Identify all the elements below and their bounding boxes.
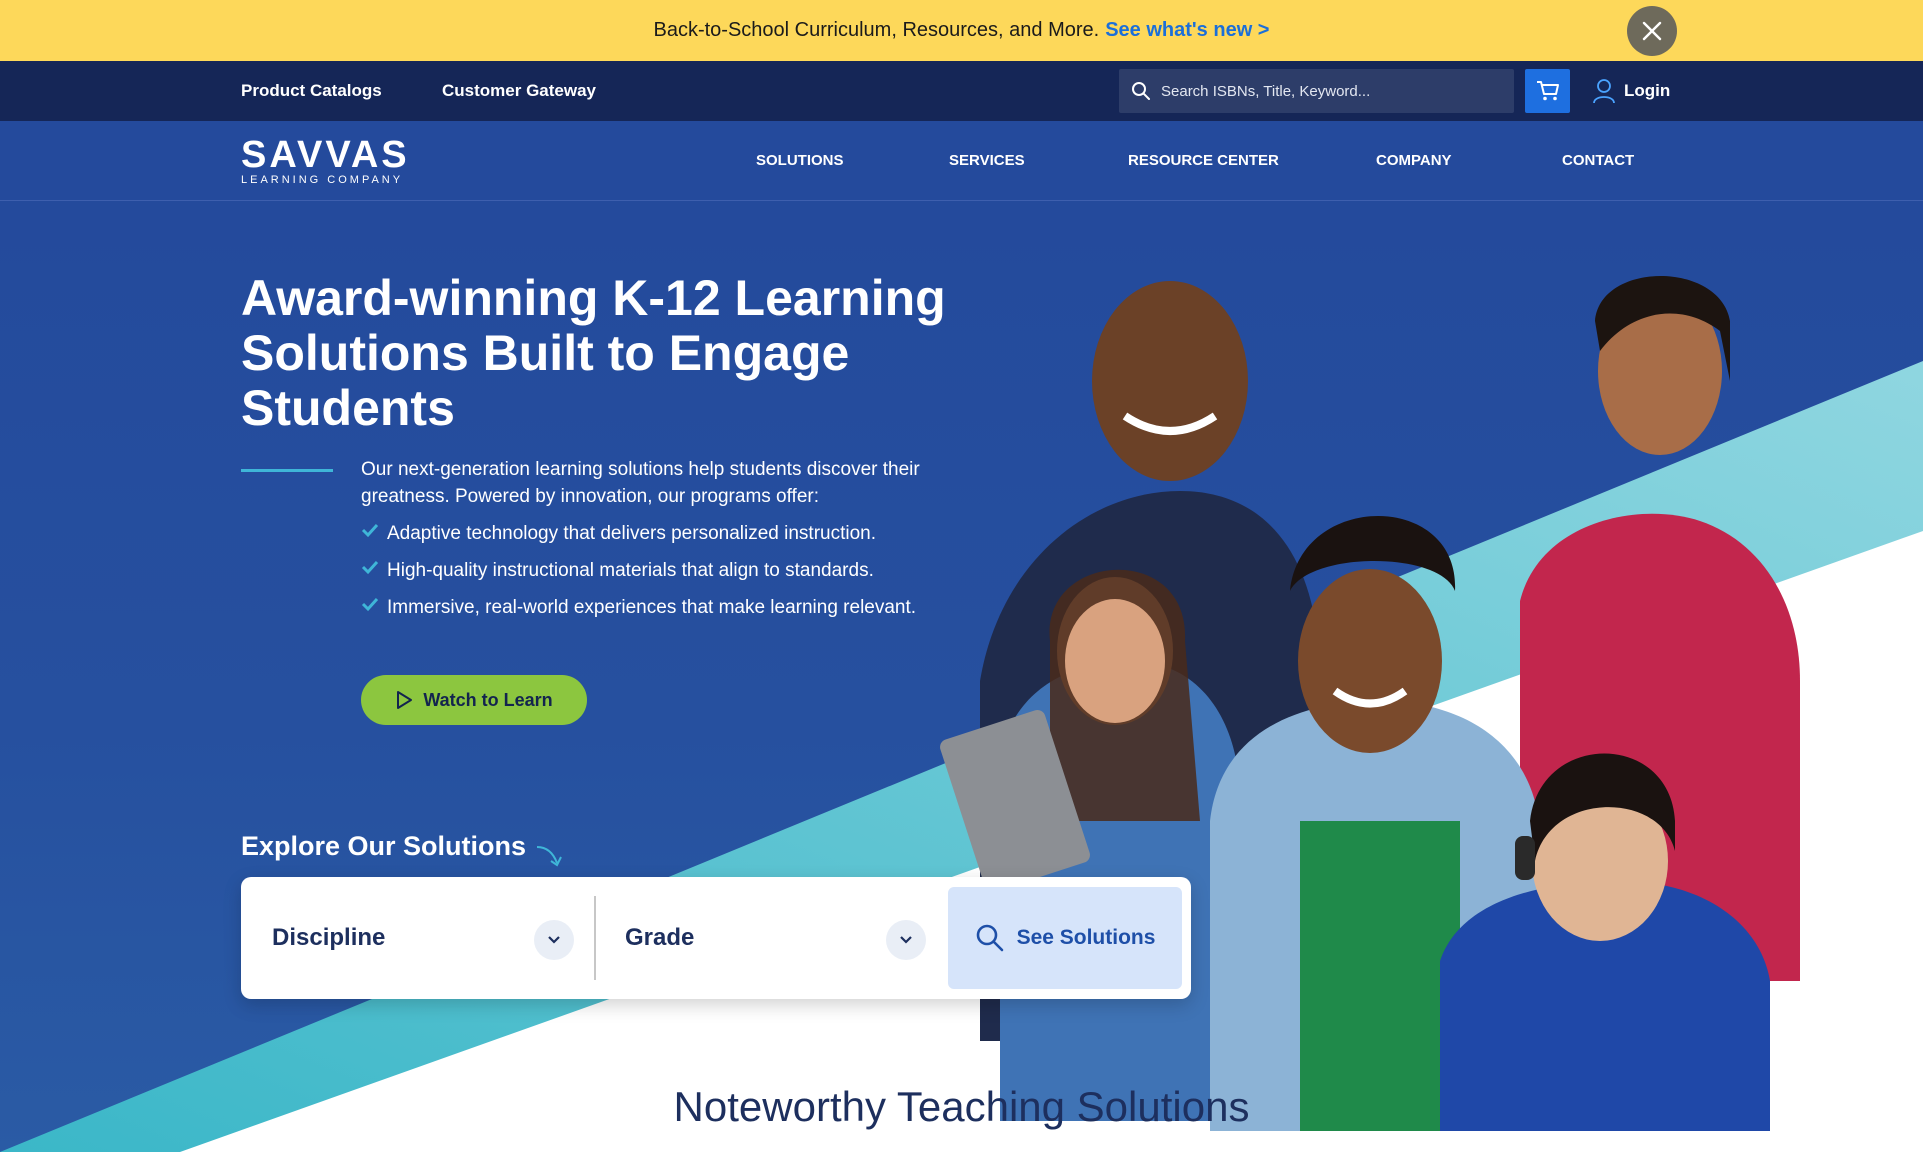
watch-to-learn-button[interactable]: Watch to Learn: [361, 675, 587, 725]
hero-section: Award-winning K-12 Learning Solutions Bu…: [0, 201, 1923, 1152]
grade-dropdown-toggle[interactable]: [886, 920, 926, 960]
grade-select[interactable]: Grade: [625, 877, 694, 999]
search-box: [1119, 69, 1514, 113]
play-icon: [397, 691, 413, 709]
see-solutions-label: See Solutions: [1016, 926, 1156, 949]
close-announcement-button[interactable]: [1627, 6, 1677, 56]
check-icon: [361, 523, 379, 538]
list-item: High-quality instructional materials tha…: [361, 557, 961, 584]
benefit-text: Adaptive technology that delivers person…: [387, 523, 877, 544]
section-title: Noteworthy Teaching Solutions: [673, 1083, 1250, 1130]
explore-title: Explore Our Solutions: [241, 831, 527, 861]
savvas-logo[interactable]: SAVVAS LEARNING COMPANY: [241, 134, 410, 186]
customer-gateway-link[interactable]: Customer Gateway: [442, 61, 596, 121]
close-icon: [1642, 21, 1662, 41]
hero-headline: Award-winning K-12 Learning Solutions Bu…: [241, 270, 946, 436]
field-divider: [594, 896, 596, 980]
nav-contact[interactable]: CONTACT: [1562, 121, 1634, 201]
list-item: Immersive, real-world experiences that m…: [361, 594, 961, 621]
solution-finder: Discipline Grade See Solutions: [241, 877, 1191, 999]
see-solutions-button[interactable]: See Solutions: [948, 887, 1182, 989]
nav-services[interactable]: SERVICES: [949, 121, 1025, 201]
discipline-label: Discipline: [272, 924, 386, 951]
nav-solutions[interactable]: SOLUTIONS: [756, 121, 844, 201]
hero-divider: [241, 469, 333, 472]
chevron-down-icon: [900, 936, 912, 944]
logo-tagline: LEARNING COMPANY: [241, 174, 404, 186]
benefit-text: Immersive, real-world experiences that m…: [387, 597, 917, 618]
search-input[interactable]: [1161, 82, 1501, 100]
nav-resource-center[interactable]: RESOURCE CENTER: [1128, 121, 1279, 201]
discipline-dropdown-toggle[interactable]: [534, 920, 574, 960]
user-icon: [1593, 79, 1615, 104]
login-button[interactable]: Login: [1592, 61, 1670, 121]
grade-label: Grade: [625, 924, 695, 951]
cart-icon: [1536, 81, 1559, 101]
arrow-icon: [536, 846, 562, 867]
logo-wordmark: SAVVAS: [241, 134, 410, 176]
check-icon: [361, 597, 379, 612]
discipline-select[interactable]: Discipline: [272, 877, 385, 999]
list-item: Adaptive technology that delivers person…: [361, 520, 961, 547]
announcement-bar: Back-to-School Curriculum, Resources, an…: [0, 0, 1923, 61]
hero-intro: Our next-generation learning solutions h…: [361, 459, 920, 507]
announcement-text: Back-to-School Curriculum, Resources, an…: [653, 19, 1100, 41]
benefit-text: High-quality instructional materials tha…: [387, 560, 874, 581]
chevron-down-icon: [548, 936, 560, 944]
nav-company[interactable]: COMPANY: [1376, 121, 1452, 201]
watch-label: Watch to Learn: [423, 689, 553, 710]
cart-button[interactable]: [1525, 69, 1570, 113]
search-icon: [976, 924, 1003, 952]
whats-new-link[interactable]: See what's new >: [1105, 19, 1269, 42]
product-catalogs-link[interactable]: Product Catalogs: [241, 61, 382, 121]
students-teachers-photo: [940, 276, 1800, 1131]
utility-bar: Product Catalogs Customer Gateway Login: [0, 61, 1923, 121]
check-icon: [361, 560, 379, 575]
hero-benefits-list: Adaptive technology that delivers person…: [361, 520, 961, 631]
search-icon: [1132, 82, 1150, 100]
main-nav: SAVVAS LEARNING COMPANY SOLUTIONS SERVIC…: [0, 121, 1923, 201]
login-label: Login: [1624, 81, 1671, 100]
